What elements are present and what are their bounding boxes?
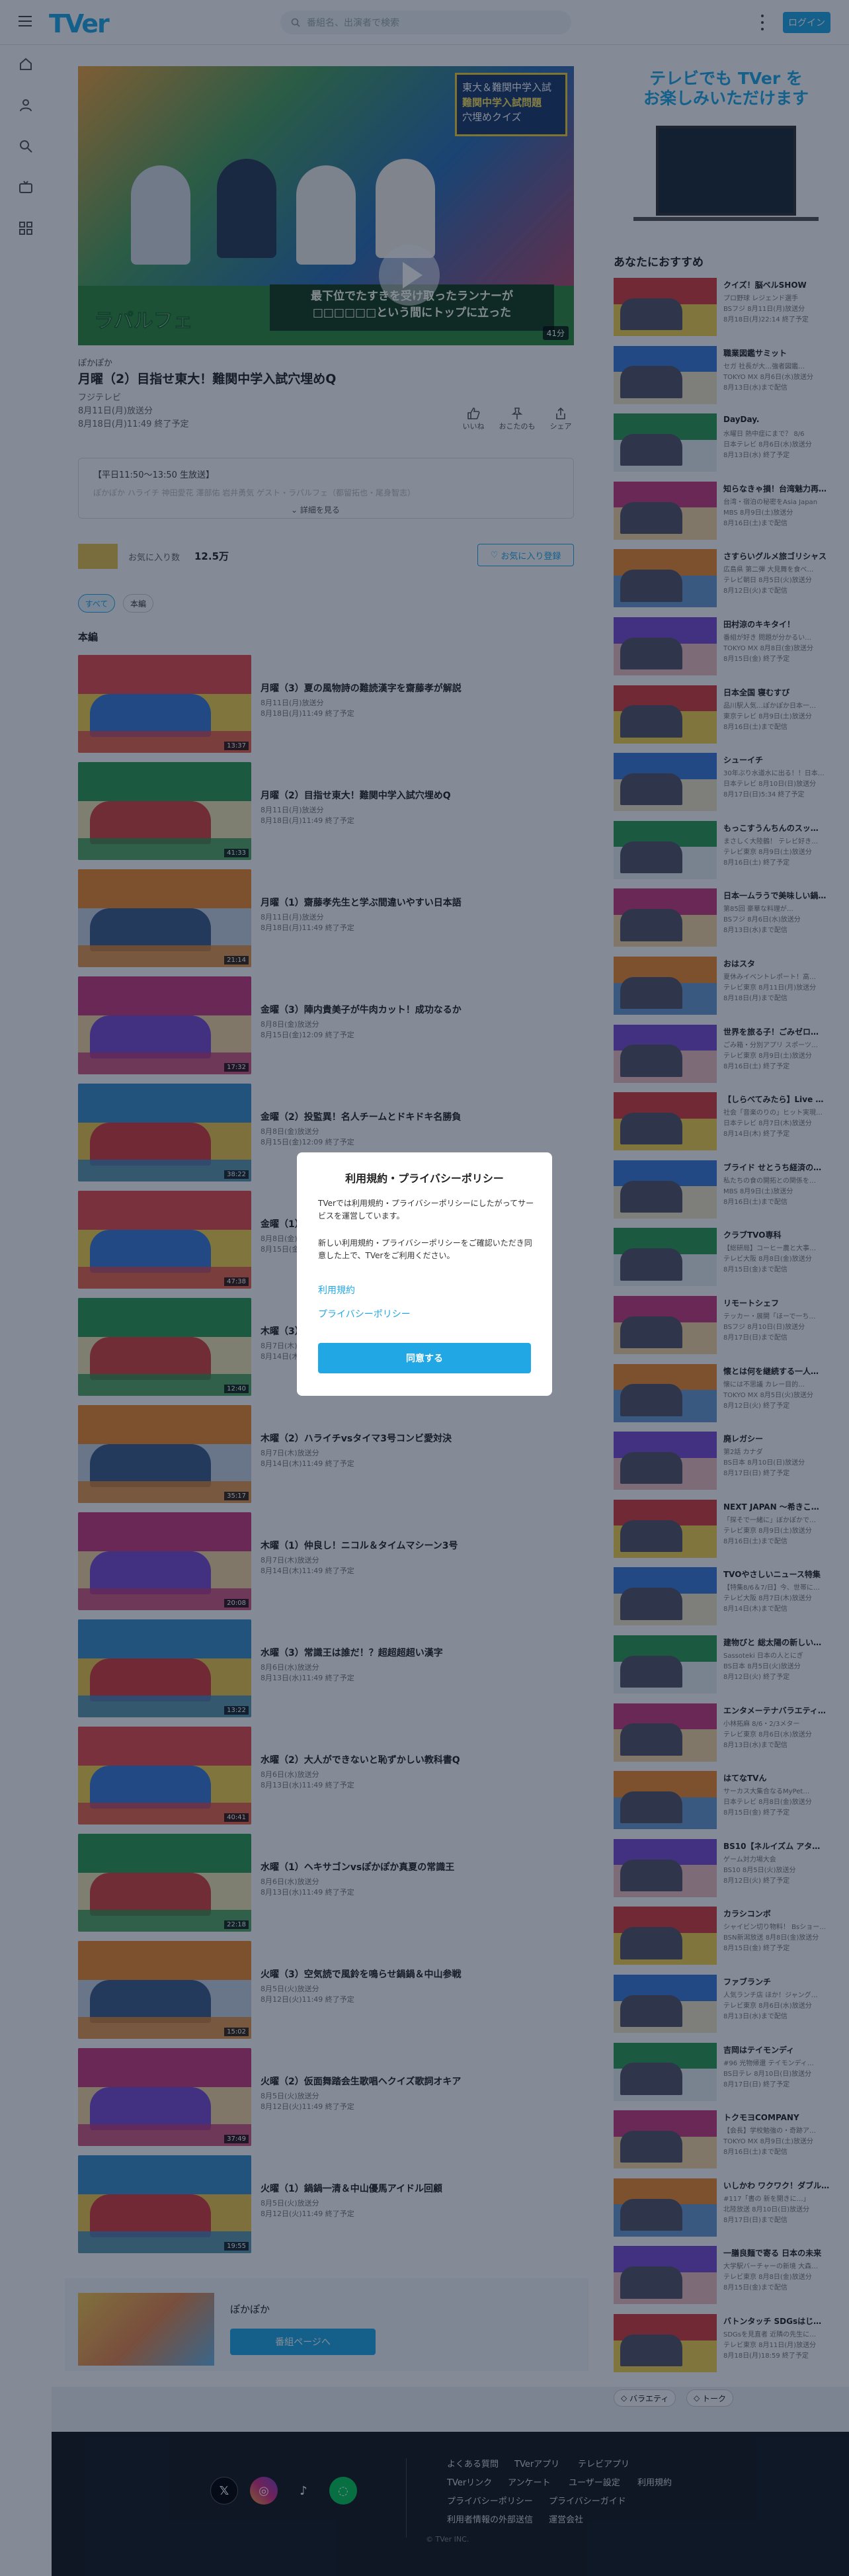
modal-title: 利用規約・プライバシーポリシー	[345, 1172, 504, 1185]
modal-text: 新しい利用規約・プライバシーポリシーをご確認いただき同意した上で、TVerをご利…	[318, 1238, 532, 1260]
modal-text: TVerでは利用規約・プライバシーポリシーにしたがってサービスを運営しています。	[318, 1199, 534, 1221]
agree-button[interactable]: 同意する	[318, 1343, 531, 1373]
privacy-policy-link[interactable]: プライバシーポリシー	[318, 1307, 411, 1320]
terms-modal: 利用規約・プライバシーポリシー TVerでは利用規約・プライバシーポリシーにした…	[297, 1152, 552, 1396]
terms-link[interactable]: 利用規約	[318, 1283, 355, 1297]
